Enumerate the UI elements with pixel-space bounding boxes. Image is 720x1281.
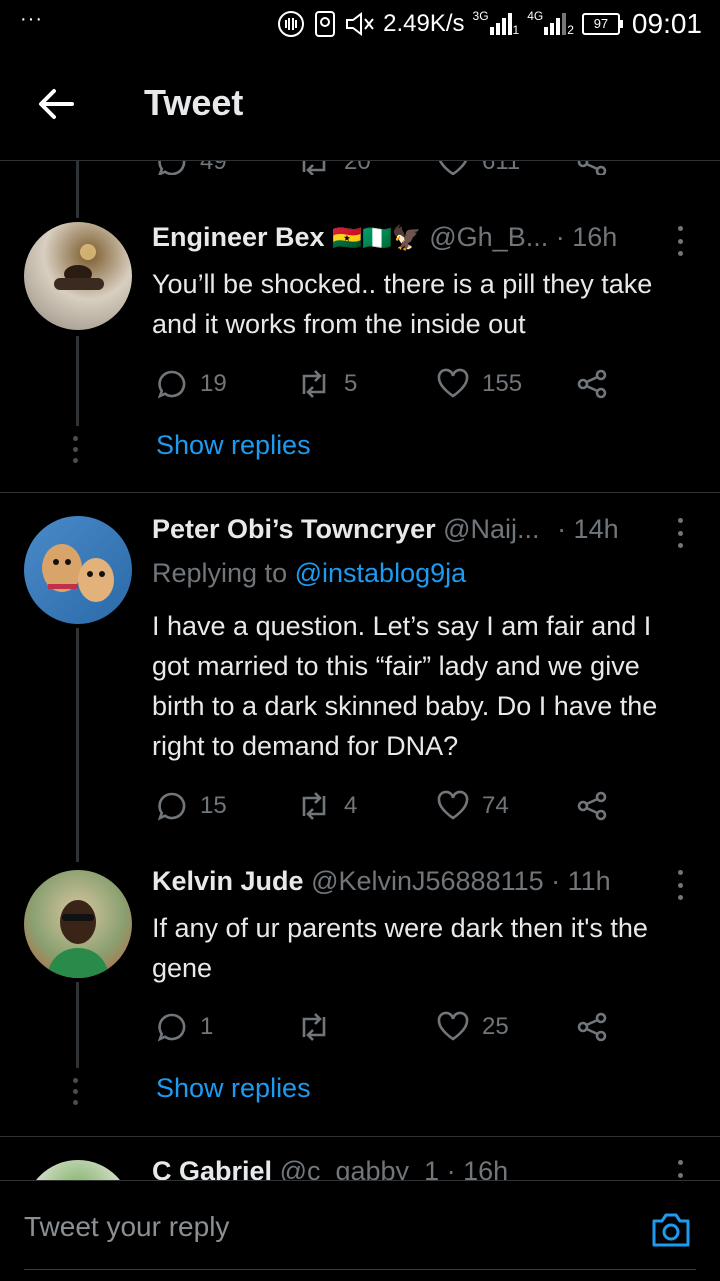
like-action[interactable]: 155 <box>436 368 576 400</box>
reply-count: 19 <box>200 370 227 397</box>
tweet-header: Engineer Bex 🇬🇭🇳🇬🦅 @Gh_B... · 16h <box>152 222 617 253</box>
show-replies-link[interactable]: Show replies <box>156 430 311 461</box>
share-icon <box>577 369 607 399</box>
reply-bar: Tweet your reply <box>0 1180 720 1281</box>
more-options-icon[interactable] <box>670 870 690 900</box>
reply-input[interactable]: Tweet your reply <box>24 1211 229 1243</box>
avatar[interactable] <box>24 1160 132 1180</box>
sim1-label: 1 <box>512 23 520 37</box>
heart-icon <box>437 790 469 820</box>
handle[interactable]: @Naij... <box>443 514 539 544</box>
thread-line <box>76 160 79 218</box>
reply-count: 1 <box>200 1013 214 1040</box>
share-action[interactable] <box>576 368 608 400</box>
avatar[interactable] <box>24 870 132 978</box>
avatar[interactable] <box>24 516 132 624</box>
camera-icon[interactable] <box>650 1209 692 1251</box>
status-right: 2.49K/s 3G 1 4G 2 97 09:01 <box>277 8 702 40</box>
hotspot-icon <box>277 10 305 38</box>
tweet-text: You’ll be shocked.. there is a pill they… <box>152 269 653 339</box>
timestamp[interactable]: · 16h <box>447 1156 509 1180</box>
tweet-header: Kelvin Jude @KelvinJ56888115 · 11h <box>152 866 611 897</box>
action-row: 19 5 155 <box>156 368 608 400</box>
display-name[interactable]: Kelvin Jude <box>152 866 304 896</box>
reply-icon <box>157 792 186 821</box>
thread-dots <box>73 436 79 463</box>
share-action[interactable] <box>576 790 608 822</box>
show-replies-link[interactable]: Show replies <box>156 1073 311 1104</box>
retweet-action[interactable]: 5 <box>296 368 436 400</box>
reply-count: 15 <box>200 792 227 819</box>
retweet-count: 5 <box>344 370 358 397</box>
share-action[interactable] <box>576 1011 608 1043</box>
signal-4g-icon: 4G 2 <box>527 9 574 37</box>
thread-line <box>76 628 79 862</box>
action-row: 1 25 <box>156 1011 608 1043</box>
status-dots: ··· <box>20 8 43 30</box>
clock: 09:01 <box>631 8 702 39</box>
display-name[interactable]: Engineer Bex <box>152 222 325 252</box>
more-options-icon[interactable] <box>670 518 690 548</box>
retweet-icon <box>302 370 326 398</box>
replying-handle-link[interactable]: @instablog9ja <box>295 558 467 588</box>
tweet-header: C Gabriel @c_gabby_1 · 16h <box>152 1156 508 1180</box>
signal-3g-icon: 3G 1 <box>473 9 520 37</box>
handle[interactable]: @Gh_B... <box>429 222 548 252</box>
like-count: 155 <box>482 370 523 397</box>
like-action[interactable]: 74 <box>436 790 576 822</box>
timestamp[interactable]: · 14h <box>557 514 619 544</box>
retweet-action[interactable]: 4 <box>296 790 436 822</box>
tweet-text: If any of ur parents were dark then it's… <box>152 913 648 983</box>
back-arrow-icon[interactable] <box>36 84 76 124</box>
timestamp[interactable]: · 11h <box>551 866 611 896</box>
input-underline <box>24 1269 696 1270</box>
retweet-icon <box>302 792 326 820</box>
heart-icon <box>437 1011 469 1041</box>
more-options-icon[interactable] <box>670 226 690 256</box>
partial-tweet: C Gabriel @c_gabby_1 · 16h <box>0 1150 720 1180</box>
page-title: Tweet <box>144 82 244 123</box>
like-count: 74 <box>482 792 509 819</box>
tweet-header: Peter Obi’s Towncryer @Naij... · 14h <box>152 514 619 545</box>
share-icon <box>577 791 607 821</box>
divider <box>0 1136 720 1137</box>
net1-label: 3G <box>472 9 489 23</box>
top-bar: Tweet <box>0 50 720 161</box>
replying-to: Replying to @instablog9ja <box>152 558 466 589</box>
tweet-text: I have a question. Let’s say I am fair a… <box>152 611 658 761</box>
net-speed: 2.49K/s <box>383 10 465 37</box>
handle[interactable]: @c_gabby_1 <box>280 1156 440 1180</box>
battery-icon: 97 <box>581 13 623 35</box>
replying-prefix: Replying to <box>152 558 288 588</box>
retweet-count: 4 <box>344 792 358 819</box>
reply-icon <box>157 1013 186 1042</box>
action-row: 15 4 74 <box>156 790 608 822</box>
reply-action[interactable]: 15 <box>156 790 296 822</box>
handle[interactable]: @KelvinJ56888115 <box>311 866 544 896</box>
retweet-icon <box>302 1013 326 1041</box>
sim2-label: 2 <box>567 23 574 37</box>
like-count: 25 <box>482 1013 509 1040</box>
vibrate-icon <box>313 10 337 38</box>
status-bar: ··· 2.49K/s 3G 1 4G 2 97 09:01 <box>0 0 720 50</box>
thread-dots <box>73 1078 79 1105</box>
reply-icon <box>157 370 186 399</box>
reply-action[interactable]: 1 <box>156 1011 296 1043</box>
more-options-icon[interactable] <box>670 1160 690 1180</box>
like-action[interactable]: 25 <box>436 1011 576 1043</box>
thread-line <box>76 982 79 1068</box>
share-icon <box>577 1012 607 1042</box>
display-name[interactable]: C Gabriel <box>152 1156 272 1180</box>
net2-label: 4G <box>527 9 544 23</box>
mute-icon <box>345 11 375 37</box>
reply-action[interactable]: 19 <box>156 368 296 400</box>
timestamp[interactable]: · 16h <box>556 222 618 252</box>
name-flags: 🇬🇭🇳🇬🦅 <box>332 225 422 252</box>
display-name[interactable]: Peter Obi’s Towncryer <box>152 514 436 544</box>
divider <box>0 492 720 493</box>
thread-line <box>76 336 79 426</box>
avatar[interactable] <box>24 222 132 330</box>
heart-icon <box>437 368 469 398</box>
retweet-action[interactable] <box>296 1011 436 1043</box>
